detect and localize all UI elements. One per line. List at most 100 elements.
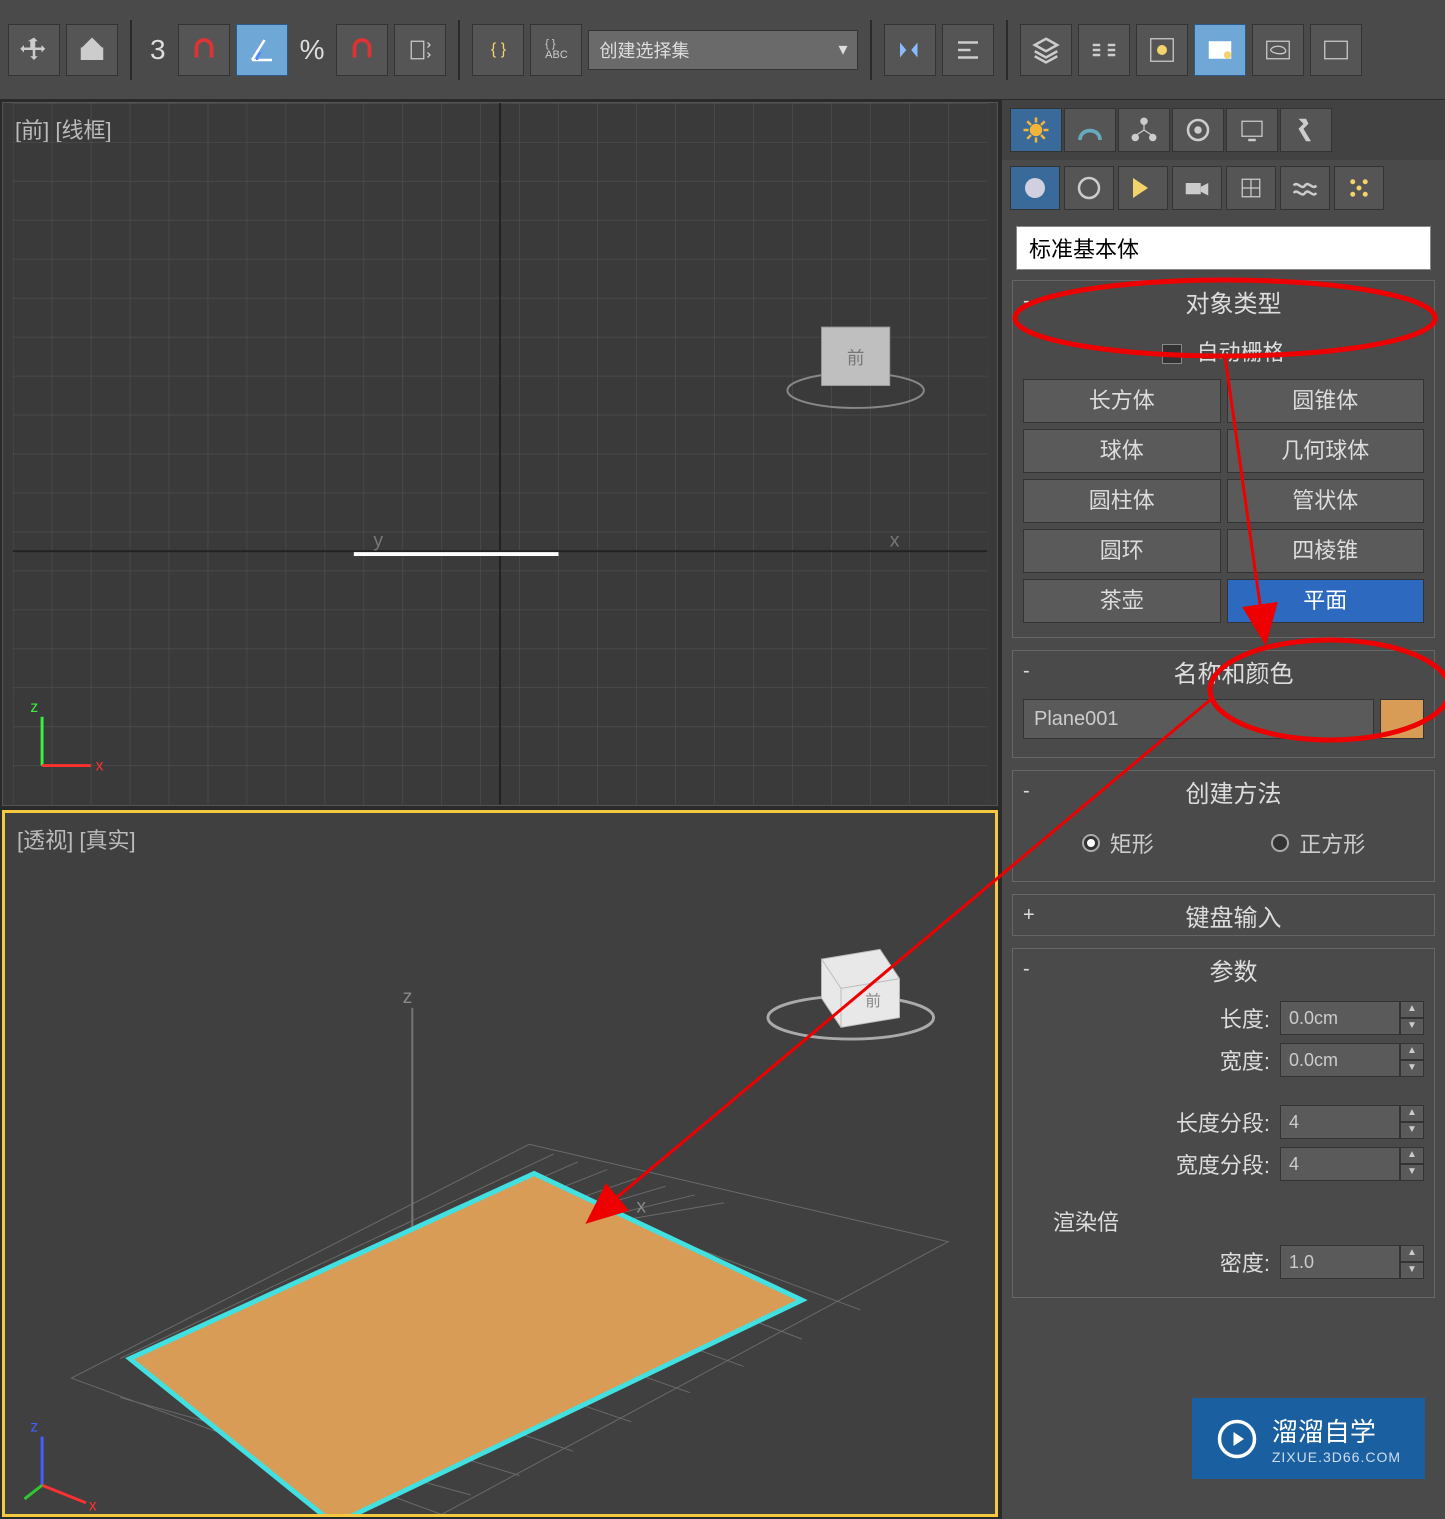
spinner-down-icon[interactable]: ▼ bbox=[1400, 1164, 1424, 1181]
subtab-shapes[interactable] bbox=[1064, 166, 1114, 210]
primitive-pyramid[interactable]: 四棱锥 bbox=[1227, 529, 1425, 573]
layers-button[interactable] bbox=[1020, 24, 1072, 76]
autogrid-checkbox[interactable]: 自动栅格 bbox=[1023, 329, 1424, 379]
tab-create[interactable] bbox=[1010, 108, 1062, 152]
spinner-down-icon[interactable]: ▼ bbox=[1400, 1060, 1424, 1077]
separator bbox=[130, 20, 132, 80]
align-button[interactable] bbox=[942, 24, 994, 76]
spinner-up-icon[interactable]: ▲ bbox=[1400, 1245, 1424, 1262]
width-label: 宽度: bbox=[1220, 1044, 1270, 1076]
subtab-spacewarps[interactable] bbox=[1280, 166, 1330, 210]
density-spinner[interactable]: 1.0 ▲▼ bbox=[1280, 1245, 1424, 1279]
subtab-cameras[interactable] bbox=[1172, 166, 1222, 210]
svg-text:x: x bbox=[636, 1195, 646, 1217]
svg-text:前: 前 bbox=[847, 348, 865, 368]
object-button[interactable] bbox=[66, 24, 118, 76]
checkbox-icon bbox=[1162, 344, 1182, 364]
separator bbox=[870, 20, 872, 80]
play-icon bbox=[1216, 1418, 1258, 1460]
spinner-up-icon[interactable]: ▲ bbox=[1400, 1105, 1424, 1122]
svg-text:x: x bbox=[96, 757, 104, 774]
command-panel-tabs bbox=[1002, 100, 1445, 160]
primitive-teapot[interactable]: 茶壶 bbox=[1023, 579, 1221, 623]
subtab-geometry[interactable] bbox=[1010, 166, 1060, 210]
viewport-perspective[interactable]: [透视] [真实] bbox=[2, 810, 998, 1518]
radio-square[interactable]: 正方形 bbox=[1271, 827, 1365, 859]
category-label: 标准基本体 bbox=[1029, 232, 1139, 264]
angle-snap-button[interactable] bbox=[236, 24, 288, 76]
svg-text:z: z bbox=[403, 985, 413, 1007]
mirror-button[interactable] bbox=[884, 24, 936, 76]
width-segs-spinner[interactable]: 4 ▲▼ bbox=[1280, 1147, 1424, 1181]
rollout-header-creation-method[interactable]: - 创建方法 bbox=[1013, 771, 1434, 811]
rollout-keyboard-entry: + 键盘输入 bbox=[1012, 894, 1435, 936]
width-segs-label: 宽度分段: bbox=[1176, 1148, 1270, 1180]
render-scale-label: 渲染倍 bbox=[1053, 1205, 1119, 1237]
radio-rectangle[interactable]: 矩形 bbox=[1082, 827, 1154, 859]
rollout-header-keyboard-entry[interactable]: + 键盘输入 bbox=[1013, 895, 1434, 935]
snap-num-label: 3 bbox=[144, 34, 172, 66]
density-label: 密度: bbox=[1220, 1246, 1270, 1278]
separator bbox=[458, 20, 460, 80]
watermark-badge: 溜溜自学 ZIXUE.3D66.COM bbox=[1192, 1398, 1425, 1479]
rollout-header-object-type[interactable]: - 对象类型 bbox=[1013, 281, 1434, 321]
rollout-title: 键盘输入 bbox=[1043, 898, 1424, 933]
primitive-cylinder[interactable]: 圆柱体 bbox=[1023, 479, 1221, 523]
subtab-helpers[interactable] bbox=[1226, 166, 1276, 210]
spinner-down-icon[interactable]: ▼ bbox=[1400, 1018, 1424, 1035]
percent-label: % bbox=[294, 34, 331, 66]
primitive-sphere[interactable]: 球体 bbox=[1023, 429, 1221, 473]
rollout-header-name-color[interactable]: - 名称和颜色 bbox=[1013, 651, 1434, 691]
scene-explorer-button[interactable] bbox=[1136, 24, 1188, 76]
length-spinner[interactable]: 0.0cm ▲▼ bbox=[1280, 1001, 1424, 1035]
tab-modify[interactable] bbox=[1064, 108, 1116, 152]
tab-display[interactable] bbox=[1226, 108, 1278, 152]
rollout-header-parameters[interactable]: - 参数 bbox=[1013, 949, 1434, 989]
subtab-systems[interactable] bbox=[1334, 166, 1384, 210]
subtab-lights[interactable] bbox=[1118, 166, 1168, 210]
primitive-tube[interactable]: 管状体 bbox=[1227, 479, 1425, 523]
spinner-down-icon[interactable]: ▼ bbox=[1400, 1122, 1424, 1139]
rollout-object-type: - 对象类型 自动栅格 长方体 圆锥体 球体 几何球体 圆柱体 管状体 圆环 四… bbox=[1012, 280, 1435, 638]
length-segs-label: 长度分段: bbox=[1176, 1106, 1270, 1138]
material-editor-button[interactable] bbox=[1194, 24, 1246, 76]
tab-motion[interactable] bbox=[1172, 108, 1224, 152]
primitive-geosphere[interactable]: 几何球体 bbox=[1227, 429, 1425, 473]
object-name-input[interactable]: Plane001 bbox=[1023, 699, 1374, 739]
rollout-toggle-icon: - bbox=[1023, 958, 1043, 981]
autogrid-label: 自动栅格 bbox=[1197, 340, 1285, 365]
svg-text:x: x bbox=[890, 529, 900, 551]
schematic-view-button[interactable] bbox=[1078, 24, 1130, 76]
spinner-up-icon[interactable]: ▲ bbox=[1400, 1043, 1424, 1060]
svg-text:y: y bbox=[373, 529, 383, 551]
named-sel-edit-button[interactable]: { } bbox=[472, 24, 524, 76]
spinner-snap-button[interactable] bbox=[394, 24, 446, 76]
object-color-swatch[interactable] bbox=[1380, 699, 1424, 739]
move-axis-button[interactable] bbox=[8, 24, 60, 76]
primitive-cone[interactable]: 圆锥体 bbox=[1227, 379, 1425, 423]
spinner-down-icon[interactable]: ▼ bbox=[1400, 1262, 1424, 1279]
rollout-creation-method: - 创建方法 矩形 正方形 bbox=[1012, 770, 1435, 882]
radio-on-icon bbox=[1082, 834, 1100, 852]
tab-hierarchy[interactable] bbox=[1118, 108, 1170, 152]
primitive-torus[interactable]: 圆环 bbox=[1023, 529, 1221, 573]
rollout-toggle-icon: + bbox=[1023, 904, 1043, 927]
selection-set-dropdown[interactable]: 创建选择集 ▾ bbox=[588, 30, 858, 70]
watermark-url: ZIXUE.3D66.COM bbox=[1272, 1449, 1401, 1465]
primitive-plane[interactable]: 平面 bbox=[1227, 579, 1425, 623]
primitive-box[interactable]: 长方体 bbox=[1023, 379, 1221, 423]
percent-snap-button[interactable] bbox=[336, 24, 388, 76]
length-segs-spinner[interactable]: 4 ▲▼ bbox=[1280, 1105, 1424, 1139]
tab-utilities[interactable] bbox=[1280, 108, 1332, 152]
viewport-front[interactable]: [前] [线框] y x 前 bbox=[2, 102, 998, 806]
width-spinner[interactable]: 0.0cm ▲▼ bbox=[1280, 1043, 1424, 1077]
snap-toggle-button[interactable] bbox=[178, 24, 230, 76]
named-sel-abc-button[interactable]: { }ABC bbox=[530, 24, 582, 76]
spinner-up-icon[interactable]: ▲ bbox=[1400, 1147, 1424, 1164]
render-setup-button[interactable] bbox=[1252, 24, 1304, 76]
rollout-toggle-icon: - bbox=[1023, 660, 1043, 683]
svg-text:x: x bbox=[89, 1497, 97, 1514]
spinner-up-icon[interactable]: ▲ bbox=[1400, 1001, 1424, 1018]
render-button[interactable] bbox=[1310, 24, 1362, 76]
geometry-category-dropdown[interactable]: 标准基本体 bbox=[1016, 226, 1431, 270]
